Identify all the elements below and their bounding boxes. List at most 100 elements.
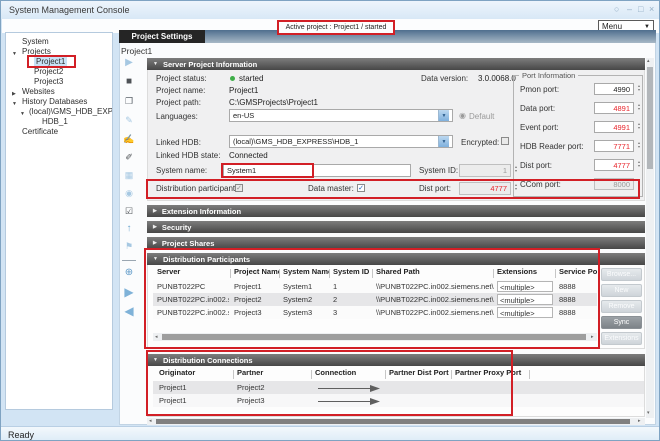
scrollbar-thumb[interactable] — [162, 334, 586, 340]
linked-hdb-state-value: Connected — [229, 151, 268, 160]
participants-row-2[interactable]: PUNBT022PC.in002.sieme Project2 System2 … — [153, 293, 597, 306]
lock-icon: ○ — [614, 4, 619, 14]
extensions-cell[interactable]: <multiple> — [497, 281, 553, 292]
scroll-right-icon[interactable]: ▸ — [638, 418, 641, 425]
tree-item-history-databases[interactable]: ▼History Databases — [6, 97, 112, 107]
maximize-button[interactable]: □ — [638, 4, 643, 14]
new-project-icon[interactable]: ❐ — [121, 96, 137, 107]
event-port-label: Event port: — [520, 123, 559, 132]
connections-row-1[interactable]: Project1 Project2 — [153, 381, 644, 394]
encrypted-checkbox[interactable] — [501, 137, 509, 145]
hdb-reader-port-stepper[interactable]: 7771 — [594, 140, 634, 152]
new-button[interactable]: New — [601, 284, 642, 297]
section-header-project-shares[interactable]: ▶ Project Shares — [147, 237, 645, 249]
port-information-groupbox: Port Information Pmon port: 4990 ▴▾ Data… — [513, 75, 643, 197]
section-header-server-project-information[interactable]: ▼ Server Project Information — [147, 58, 645, 70]
sync-button[interactable]: Sync — [601, 316, 642, 329]
system-name-input[interactable]: System1 — [223, 164, 411, 177]
dropdown-arrow-icon[interactable]: ▼ — [438, 136, 449, 147]
section-header-distribution-connections[interactable]: ▼ Distribution Connections — [147, 354, 645, 366]
add-icon[interactable]: ⊕ — [121, 267, 137, 278]
active-project-banner: Active project : Project1 / started — [277, 20, 395, 35]
remove-button[interactable]: Remove — [601, 300, 642, 313]
languages-dropdown[interactable]: en-US ▼ — [229, 109, 453, 122]
project-path-value: C:\GMSProjects\Project1 — [229, 98, 318, 107]
dist-port-info-stepper[interactable]: 4777 — [594, 159, 634, 171]
extensions-button[interactable]: Extensions — [601, 332, 642, 345]
participants-row-1[interactable]: PUNBT022PC Project1 System1 1 \\PUNBT022… — [153, 280, 597, 293]
data-master-checkbox[interactable]: ✓ — [357, 184, 365, 192]
browse-button[interactable]: Browse... — [601, 268, 642, 281]
section-collapsed-icon: ▶ — [153, 224, 157, 230]
section-header-security[interactable]: ▶ Security — [147, 221, 645, 233]
participants-row-3[interactable]: PUNBT022PC.in002.sieme Project3 System3 … — [153, 306, 597, 319]
spinner-arrows-icon[interactable]: ▴▾ — [638, 103, 640, 111]
scroll-right-icon[interactable]: ▸ — [591, 334, 594, 341]
scrollbar-thumb[interactable] — [156, 419, 630, 424]
upload-icon[interactable]: ↑ — [121, 223, 137, 234]
stop-circle-icon[interactable]: ◉ — [121, 188, 137, 199]
extensions-cell[interactable]: <multiple> — [497, 294, 553, 305]
scroll-up-icon[interactable]: ▴ — [647, 58, 650, 65]
section-header-distribution-participants[interactable]: ▼ Distribution Participants — [147, 253, 645, 265]
section-header-extension-information[interactable]: ▶ Extension Information — [147, 205, 645, 217]
section-expanded-icon: ▼ — [153, 256, 158, 262]
scrollbar-thumb[interactable] — [647, 67, 653, 169]
minimize-button[interactable]: – — [627, 4, 632, 14]
spinner-arrows-icon[interactable]: ▴▾ — [638, 84, 640, 92]
status-text: Ready — [8, 430, 34, 440]
tree-item-project3[interactable]: Project3 — [6, 77, 112, 87]
forward-icon[interactable]: ▶ — [121, 285, 137, 299]
ccom-port-stepper[interactable]: 8000 — [594, 178, 634, 190]
tree-item-project2[interactable]: Project2 — [6, 67, 112, 77]
tree-item-projects[interactable]: ▼Projects — [6, 47, 112, 57]
tab-project-settings[interactable]: Project Settings — [119, 30, 205, 43]
default-radio[interactable]: ◉ — [459, 111, 466, 120]
spinner-arrows-icon[interactable]: ▴▾ — [638, 122, 640, 130]
linked-hdb-label: Linked HDB: — [156, 138, 201, 147]
close-button[interactable]: × — [649, 4, 654, 14]
tree-item-project1[interactable]: Project1 — [6, 57, 112, 67]
project-name-label: Project name: — [156, 86, 205, 95]
data-port-stepper[interactable]: 4891 — [594, 102, 634, 114]
linked-hdb-dropdown[interactable]: (local)\GMS_HDB_EXPRESS\HDB_1 ▼ — [229, 135, 453, 148]
dropdown-arrow-icon[interactable]: ▼ — [438, 110, 449, 121]
edit-project-icon[interactable]: ✎ — [121, 115, 137, 126]
spinner-arrows-icon[interactable]: ▴▾ — [638, 141, 640, 149]
validate-icon[interactable]: ☑ — [121, 206, 137, 217]
connections-row-2[interactable]: Project1 Project3 — [153, 394, 644, 407]
system-name-label: System name: — [156, 166, 207, 175]
distribution-participant-checkbox[interactable]: ✓ — [235, 184, 243, 192]
system-id-stepper[interactable]: 1 — [459, 164, 511, 177]
pmon-port-stepper[interactable]: 4990 — [594, 83, 634, 95]
main-h-scrollbar[interactable]: ◂ ▸ — [147, 418, 645, 425]
save-icon[interactable]: ▦ — [121, 170, 137, 181]
pin-icon[interactable]: ⚑ — [121, 241, 137, 252]
default-radio-label: Default — [469, 112, 494, 121]
tree-item-websites[interactable]: ▶Websites — [6, 87, 112, 97]
start-project-icon[interactable]: ▶ — [121, 57, 137, 68]
project-name-value: Project1 — [229, 86, 258, 95]
spinner-arrows-icon[interactable]: ▴▾ — [638, 160, 640, 168]
spinner-arrows-icon[interactable]: ▴▾ — [638, 179, 640, 187]
tree-item-system[interactable]: System — [6, 37, 112, 47]
scroll-left-icon[interactable]: ◂ — [149, 418, 152, 425]
main-v-scrollbar[interactable]: ▴ ▾ — [646, 58, 654, 418]
scroll-left-icon[interactable]: ◂ — [155, 334, 158, 341]
event-port-stepper[interactable]: 4991 — [594, 121, 634, 133]
tree-item-certificate[interactable]: Certificate — [6, 127, 112, 137]
link-hdb-icon[interactable]: ✐ — [121, 152, 137, 163]
modify-project-icon[interactable]: ✍ — [121, 134, 137, 145]
participants-h-scrollbar[interactable]: ◂ ▸ — [153, 333, 597, 341]
data-master-label: Data master: — [308, 184, 354, 193]
ccom-port-label: CCom port: — [520, 180, 561, 189]
extensions-cell[interactable]: <multiple> — [497, 307, 553, 318]
tree-item-hdb1[interactable]: HDB_1 — [6, 117, 112, 127]
stop-project-icon[interactable]: ■ — [121, 76, 137, 87]
dist-port-stepper[interactable]: 4777 — [459, 182, 511, 195]
toolbar-divider — [122, 260, 136, 261]
back-icon[interactable]: ◀ — [121, 304, 137, 318]
tab-strip — [205, 30, 656, 43]
scroll-down-icon[interactable]: ▾ — [647, 410, 650, 417]
tree-item-gms-hdb-express[interactable]: ▼(local)\GMS_HDB_EXPRESS — [6, 107, 112, 117]
